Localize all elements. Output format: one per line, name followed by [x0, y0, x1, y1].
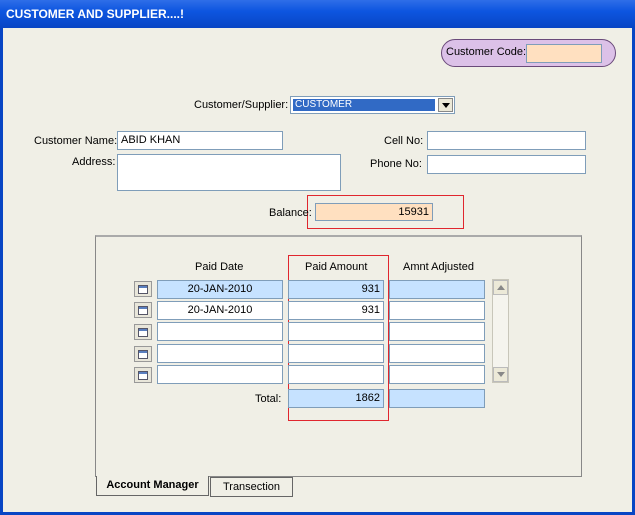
address-input[interactable]	[117, 154, 341, 191]
total-paid-amount: 1862	[288, 389, 384, 408]
tab-account-manager[interactable]: Account Manager	[96, 476, 209, 496]
chevron-down-icon[interactable]	[438, 98, 453, 112]
row-paid-amount[interactable]	[288, 365, 384, 384]
customer-name-input[interactable]: ABID KHAN	[117, 131, 283, 150]
row-amnt-adjusted[interactable]	[389, 365, 485, 384]
row-calendar-button[interactable]	[134, 367, 152, 383]
tab-transection[interactable]: Transection	[210, 477, 293, 497]
row-paid-amount[interactable]	[288, 344, 384, 363]
row-paid-amount[interactable]: 931	[288, 280, 384, 299]
row-amnt-adjusted[interactable]	[389, 322, 485, 341]
customer-code-input[interactable]	[526, 44, 602, 63]
row-paid-date[interactable]	[157, 365, 283, 384]
calendar-icon	[138, 327, 148, 337]
row-paid-amount[interactable]	[288, 322, 384, 341]
row-paid-date[interactable]: 20-JAN-2010	[157, 280, 283, 299]
row-calendar-button[interactable]	[134, 346, 152, 362]
header-amnt-adjusted: Amnt Adjusted	[403, 261, 474, 273]
phone-no-label: Phone No:	[370, 158, 422, 170]
total-amnt-adjusted	[389, 389, 485, 408]
balance-label: Balance:	[269, 207, 312, 219]
total-label: Total:	[255, 393, 282, 405]
row-paid-amount[interactable]: 931	[288, 301, 384, 320]
calendar-icon	[138, 284, 148, 294]
balance-value[interactable]: 15931	[315, 203, 433, 221]
customer-supplier-label: Customer/Supplier:	[194, 99, 289, 111]
arrow-up-icon[interactable]	[493, 280, 508, 295]
row-paid-date[interactable]	[157, 344, 283, 363]
calendar-icon	[138, 370, 148, 380]
grid-scrollbar[interactable]	[492, 279, 509, 383]
row-calendar-button[interactable]	[134, 281, 152, 297]
window-title: CUSTOMER AND SUPPLIER....!	[0, 0, 635, 28]
address-label: Address:	[72, 156, 116, 168]
row-amnt-adjusted[interactable]	[389, 344, 485, 363]
arrow-down-icon[interactable]	[493, 367, 508, 382]
cell-no-label: Cell No:	[384, 135, 424, 147]
calendar-icon	[138, 349, 148, 359]
customer-code-label: Customer Code:	[446, 46, 527, 58]
row-amnt-adjusted[interactable]	[389, 280, 485, 299]
phone-no-input[interactable]	[427, 155, 586, 174]
customer-supplier-value: CUSTOMER	[293, 99, 435, 111]
cell-no-input[interactable]	[427, 131, 586, 150]
row-calendar-button[interactable]	[134, 324, 152, 340]
customer-name-label: Customer Name:	[34, 135, 118, 147]
row-calendar-button[interactable]	[134, 302, 152, 318]
calendar-icon	[138, 305, 148, 315]
customer-supplier-select[interactable]: CUSTOMER	[290, 96, 455, 114]
row-amnt-adjusted[interactable]	[389, 301, 485, 320]
row-paid-date[interactable]: 20-JAN-2010	[157, 301, 283, 320]
row-paid-date[interactable]	[157, 322, 283, 341]
header-paid-date: Paid Date	[195, 261, 244, 273]
